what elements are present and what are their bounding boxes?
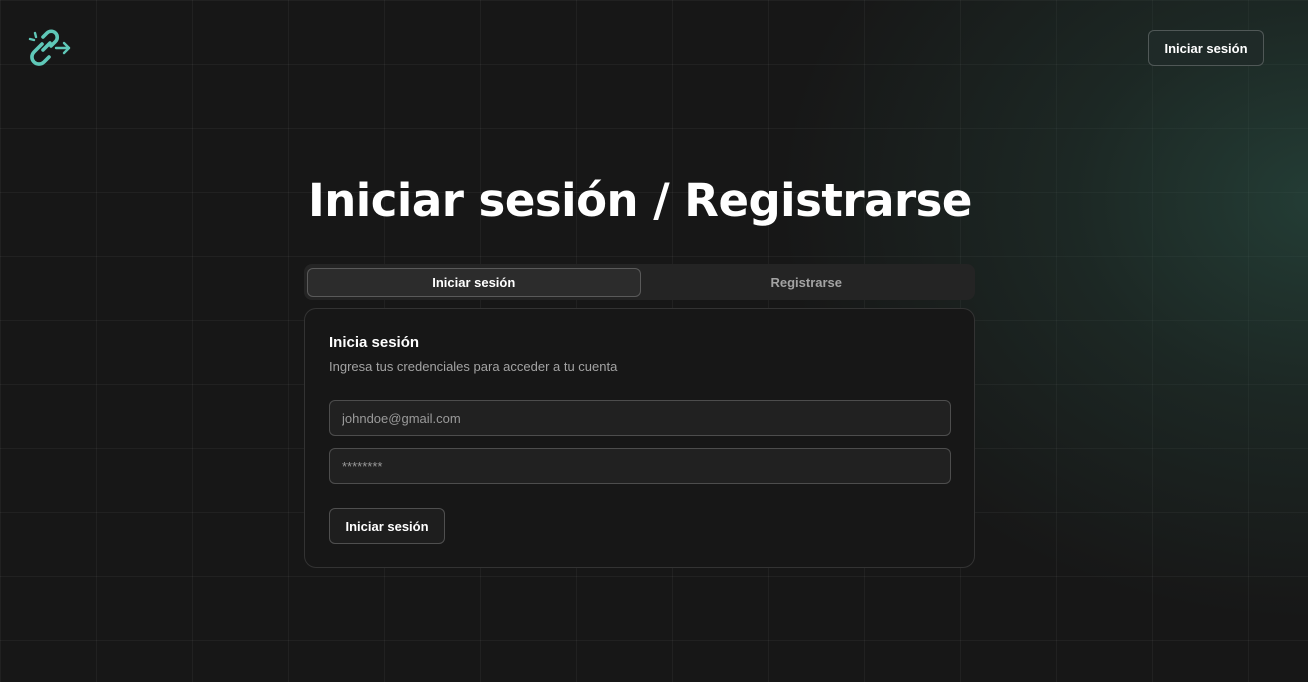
password-field[interactable] [329, 448, 951, 484]
email-field[interactable] [329, 400, 951, 436]
logo-icon[interactable] [26, 28, 72, 70]
submit-login-button[interactable]: Iniciar sesión [329, 508, 445, 544]
card-description: Ingresa tus credenciales para acceder a … [329, 359, 618, 374]
tab-register[interactable]: Registrarse [641, 268, 973, 297]
page-title: Iniciar sesión / Registrarse [308, 174, 972, 227]
tab-login[interactable]: Iniciar sesión [307, 268, 641, 297]
auth-tabs: Iniciar sesión Registrarse [304, 264, 975, 300]
header-login-button[interactable]: Iniciar sesión [1148, 30, 1264, 66]
card-title: Inicia sesión [329, 334, 420, 351]
login-card: Inicia sesión Ingresa tus credenciales p… [304, 308, 975, 568]
